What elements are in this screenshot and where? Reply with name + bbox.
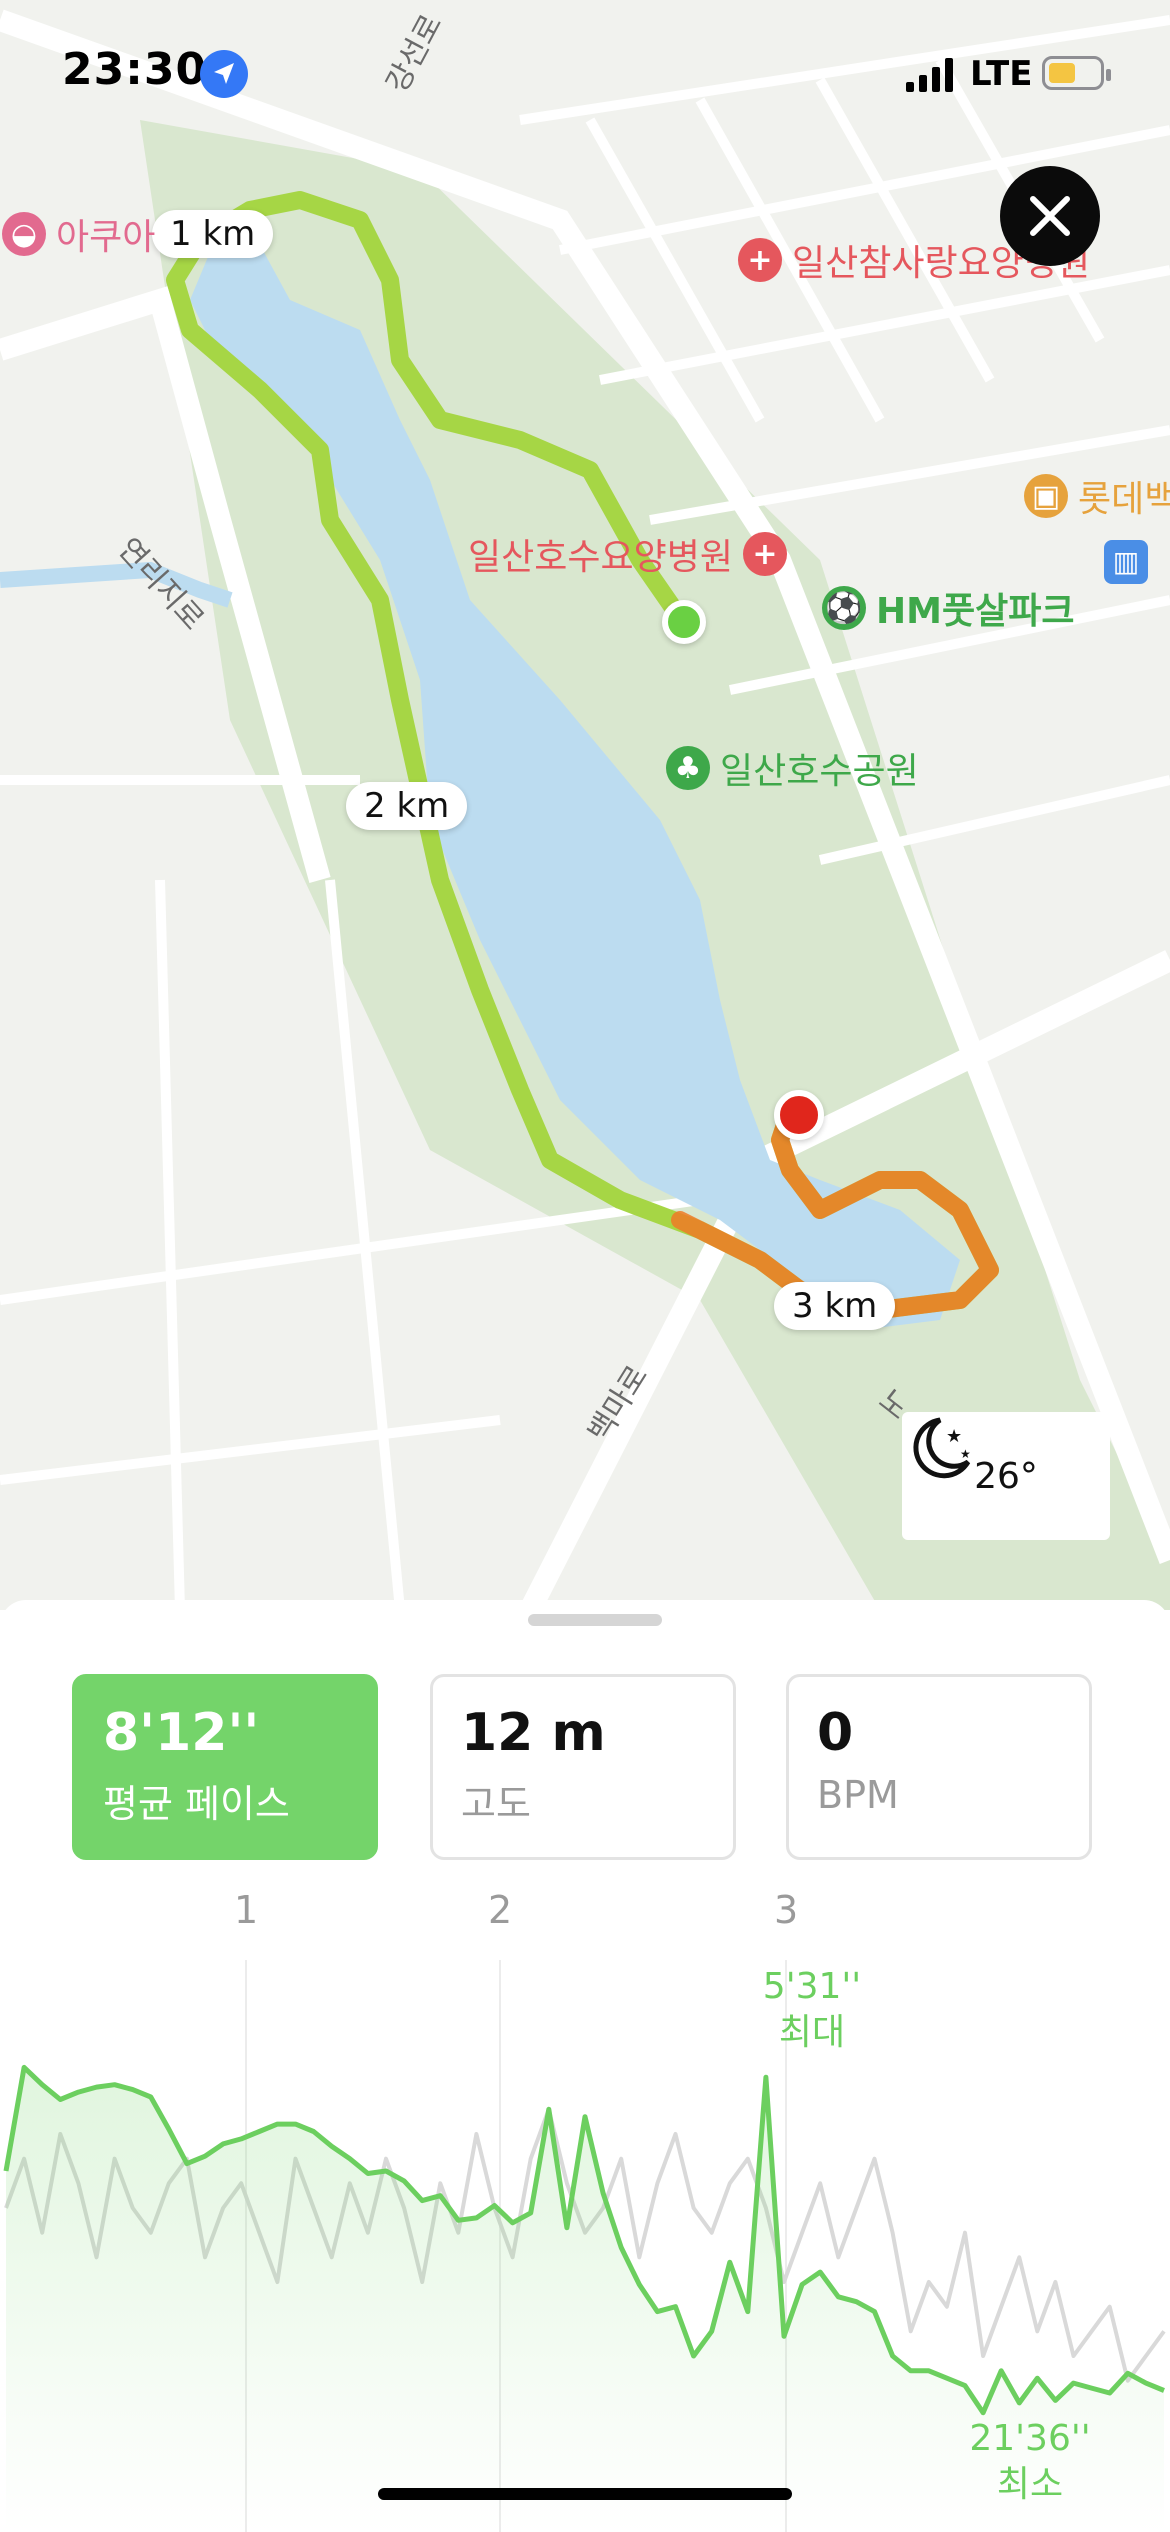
poi-label: 롯데백 <box>1078 479 1170 520</box>
temperature: 26° <box>974 1455 1038 1497</box>
stat-value: 0 <box>817 1703 854 1763</box>
x-tick-label: 2 <box>488 1888 513 1932</box>
battery-icon <box>1042 56 1111 90</box>
poi-aquarium[interactable]: ◒ 아쿠아 <box>2 208 155 260</box>
tree-icon: ♣ <box>666 746 710 790</box>
poi-park[interactable]: ♣ 일산호수공원 <box>666 742 919 794</box>
km-marker-2: 2 km <box>346 782 468 830</box>
shopping-bag-icon: ▣ <box>1024 474 1068 518</box>
max-pace-label: 최대 <box>779 2012 845 2053</box>
poi-label: HM풋살파크 <box>876 591 1075 632</box>
stat-label: 고도 <box>461 1782 531 1826</box>
start-marker <box>662 600 706 644</box>
sheet-grabber[interactable] <box>528 1614 662 1626</box>
x-tick-label: 3 <box>774 1888 799 1932</box>
route-map[interactable]: 1 km 2 km 3 km ◒ 아쿠아 + 일산참사랑요양병원 ▣ 롯데백 ▥… <box>0 0 1170 1610</box>
pace-chart[interactable]: 5'31'' 최대 21'36'' 최소 <box>0 1960 1170 2532</box>
stats-sheet: 8'12'' 평균 페이스 12 m 고도 0 BPM 1 2 3 5'31''… <box>0 1600 1170 2532</box>
status-time: 23:30 <box>62 44 208 95</box>
futsal-icon: ⚽ <box>822 586 866 630</box>
weather-badge: 26° ★ ★ <box>902 1412 1110 1540</box>
location-arrow-icon <box>200 50 248 98</box>
poi-label: 일산호수요양병원 <box>468 537 733 578</box>
max-pace-value: 5'31'' <box>763 1966 861 2007</box>
stat-label: BPM <box>817 1773 899 1817</box>
poi-lotte[interactable]: ▣ 롯데백 <box>1024 470 1170 522</box>
poi-futsal[interactable]: ⚽ HM풋살파크 <box>822 582 1074 634</box>
poi-label: 일산호수공원 <box>720 751 919 792</box>
stat-value: 8'12'' <box>103 1703 260 1763</box>
stat-card-altitude[interactable]: 12 m 고도 <box>430 1674 736 1860</box>
stat-card-bpm[interactable]: 0 BPM <box>786 1674 1092 1860</box>
poi-label: 아쿠아 <box>56 217 156 258</box>
home-indicator <box>378 2488 792 2500</box>
close-button[interactable] <box>1000 166 1100 266</box>
stat-label: 평균 페이스 <box>103 1782 290 1826</box>
cross-icon: + <box>738 238 782 282</box>
dolphin-icon: ◒ <box>2 212 46 256</box>
x-tick-label: 1 <box>234 1888 259 1932</box>
km-marker-3: 3 km <box>774 1282 896 1330</box>
close-icon <box>1030 196 1070 236</box>
train-icon: ▥ <box>1104 540 1148 584</box>
pace-area <box>6 2067 1164 2532</box>
min-pace-label: 최소 <box>997 2464 1063 2505</box>
stat-card-pace[interactable]: 8'12'' 평균 페이스 <box>72 1674 378 1860</box>
end-marker <box>774 1090 824 1140</box>
network-type: LTE <box>970 54 1033 94</box>
km-marker-1: 1 km <box>152 210 274 258</box>
cross-icon: + <box>742 532 787 576</box>
poi-hospital-2[interactable]: + 일산호수요양병원 <box>468 528 787 580</box>
svg-text:★: ★ <box>960 1447 971 1461</box>
svg-text:★: ★ <box>946 1426 962 1447</box>
cellular-signal-icon <box>906 58 953 92</box>
min-pace-value: 21'36'' <box>969 2418 1090 2459</box>
moon-stars-icon: ★ ★ <box>913 1417 971 1479</box>
stat-value: 12 m <box>461 1703 606 1763</box>
